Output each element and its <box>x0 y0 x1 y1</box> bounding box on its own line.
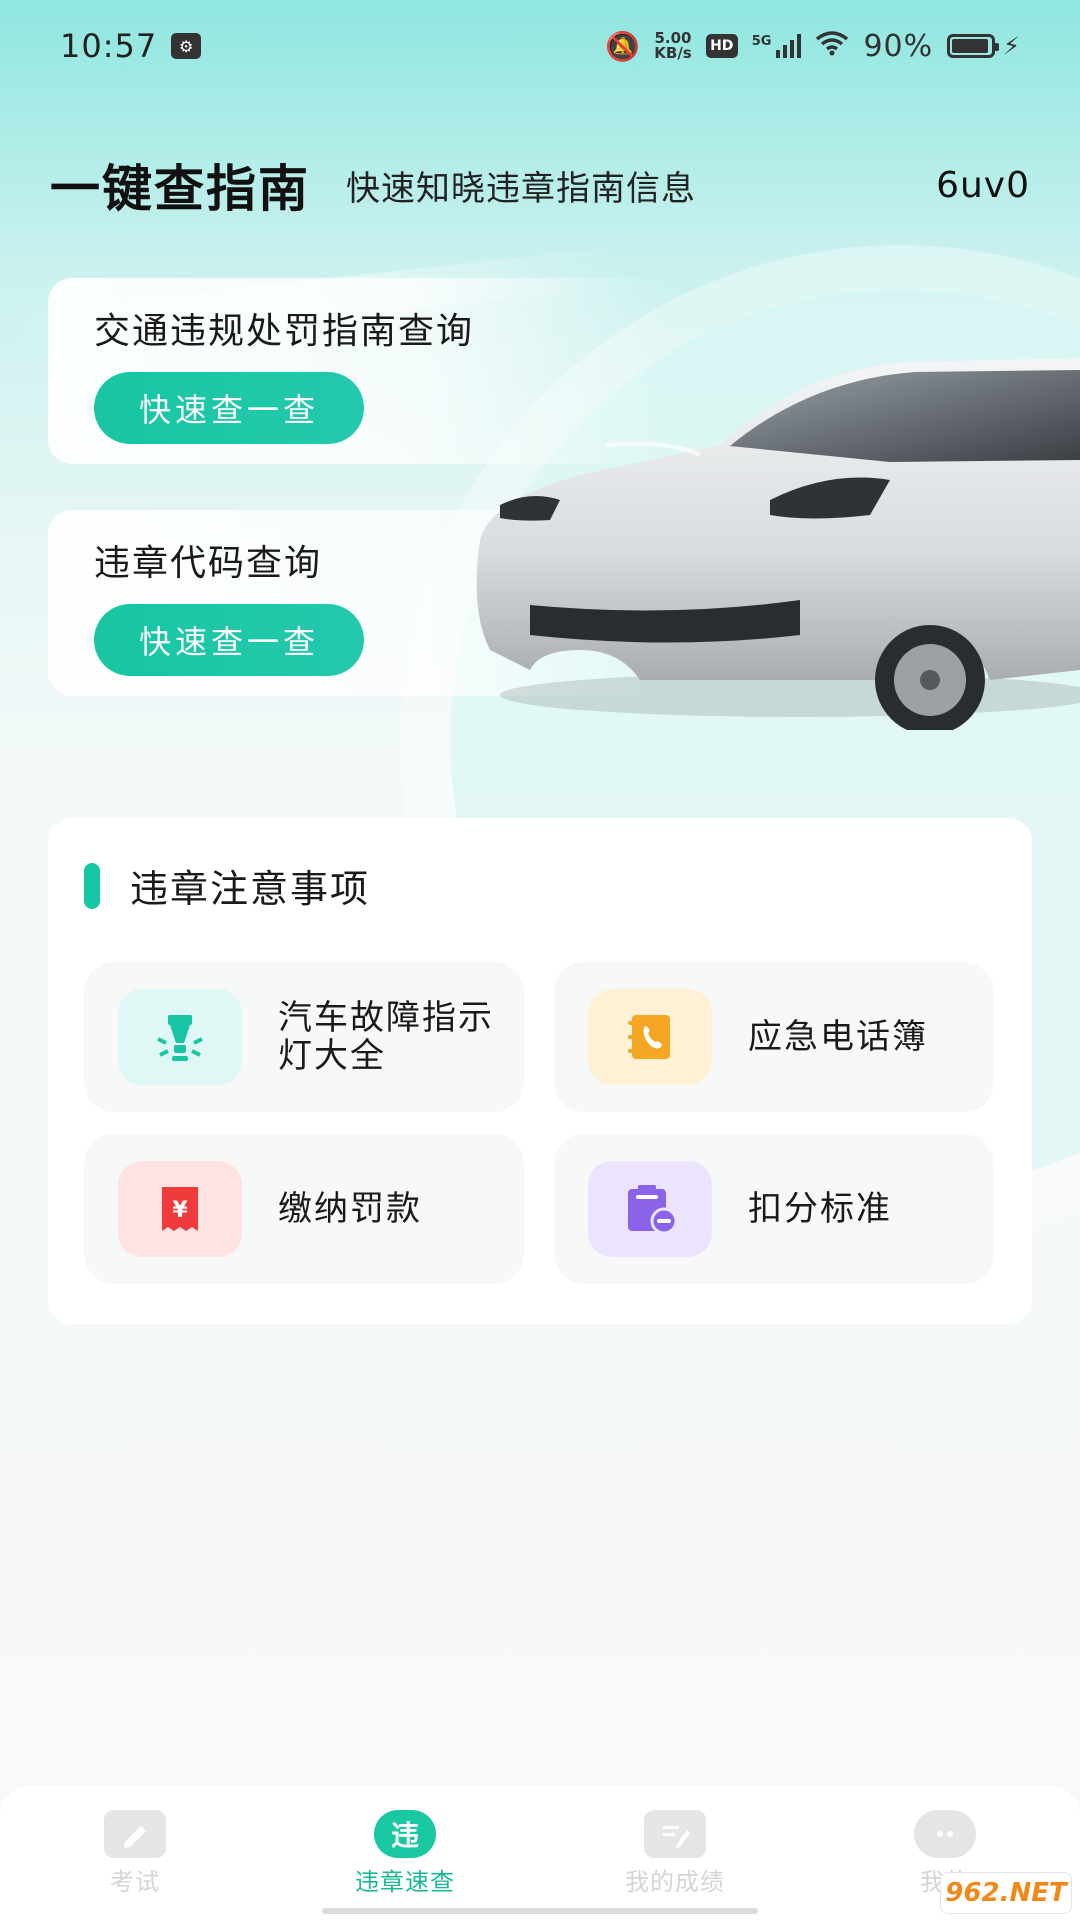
warning-light-icon <box>118 989 242 1085</box>
tile-warning-lights[interactable]: 汽车故障指示灯大全 <box>84 962 524 1112</box>
query-card-title: 交通违规处罚指南查询 <box>94 311 475 352</box>
usb-debug-icon: ⚙ <box>171 33 202 59</box>
page-header: 一键查指南 快速知晓违章指南信息 6uv0 <box>50 150 1030 220</box>
hd-icon: HD <box>705 34 738 58</box>
tile-pay-fine[interactable]: ¥ 缴纳罚款 <box>84 1134 524 1284</box>
battery-icon <box>947 34 1000 58</box>
nav-label: 我的成绩 <box>625 1868 725 1896</box>
status-icons: 🔕 5.00 KB/s HD 5G 90% ⚡ <box>605 29 1020 64</box>
mute-bell-icon: 🔕 <box>605 29 641 63</box>
tile-label: 扣分标准 <box>748 1189 892 1229</box>
nav-item-exam[interactable]: 考试 <box>0 1786 270 1920</box>
wifi-icon <box>815 30 849 63</box>
notes-card: 违章注意事项 汽车故障指示灯大全 应急电话簿 ¥ 缴纳罚款 扣分标准 <box>48 818 1032 1324</box>
page-title: 一键查指南 <box>50 160 310 218</box>
status-bar: 10:57 ⚙ 🔕 5.00 KB/s HD 5G 90% ⚡ <box>0 0 1080 92</box>
net-speed-unit: KB/s <box>654 44 692 62</box>
network-type: 5G <box>751 34 772 49</box>
tile-emergency-phonebook[interactable]: 应急电话簿 <box>554 962 994 1112</box>
nav-label: 考试 <box>110 1868 160 1896</box>
page-subtitle: 快速知晓违章指南信息 <box>346 168 696 209</box>
score-icon <box>644 1810 706 1858</box>
header-code: 6uv0 <box>936 164 1030 206</box>
nav-item-my-scores[interactable]: 我的成绩 <box>540 1786 810 1920</box>
violation-search-icon: 违 <box>374 1810 436 1858</box>
status-time: 10:57 <box>60 27 158 65</box>
chat-icon <box>914 1810 976 1858</box>
nav-label: 违章速查 <box>355 1868 455 1896</box>
charging-bolt-icon: ⚡ <box>1003 32 1020 60</box>
svg-text:¥: ¥ <box>172 1198 188 1223</box>
car-illustration <box>476 358 1080 730</box>
phonebook-icon <box>588 989 712 1085</box>
nav-item-violation-search[interactable]: 违 违章速查 <box>270 1786 540 1920</box>
watermark-logo: 962.NET <box>940 1872 1072 1914</box>
app-screen: 10:57 ⚙ 🔕 5.00 KB/s HD 5G 90% ⚡ 一键查指南 快速… <box>0 0 1080 1920</box>
tile-label: 缴纳罚款 <box>278 1189 422 1229</box>
quick-search-button[interactable]: 快速查一查 <box>94 604 364 676</box>
tile-label: 汽车故障指示灯大全 <box>278 998 494 1076</box>
notes-header: 违章注意事项 <box>84 858 370 913</box>
notes-title: 违章注意事项 <box>130 867 371 911</box>
tile-deduction-standard[interactable]: 扣分标准 <box>554 1134 994 1284</box>
tile-label: 应急电话簿 <box>748 1017 928 1057</box>
bottom-nav: 考试 违 违章速查 我的成绩 我的 <box>0 1786 1080 1920</box>
quick-search-button[interactable]: 快速查一查 <box>94 372 364 444</box>
deduction-calendar-icon <box>588 1161 712 1257</box>
signal-icon: 5G <box>752 34 802 58</box>
net-speed: 5.00 KB/s <box>654 31 691 61</box>
fine-receipt-icon: ¥ <box>118 1161 242 1257</box>
pencil-icon <box>104 1810 166 1858</box>
home-indicator[interactable] <box>322 1908 758 1914</box>
section-accent-bar <box>84 862 100 909</box>
battery-percent: 90% <box>863 28 934 64</box>
